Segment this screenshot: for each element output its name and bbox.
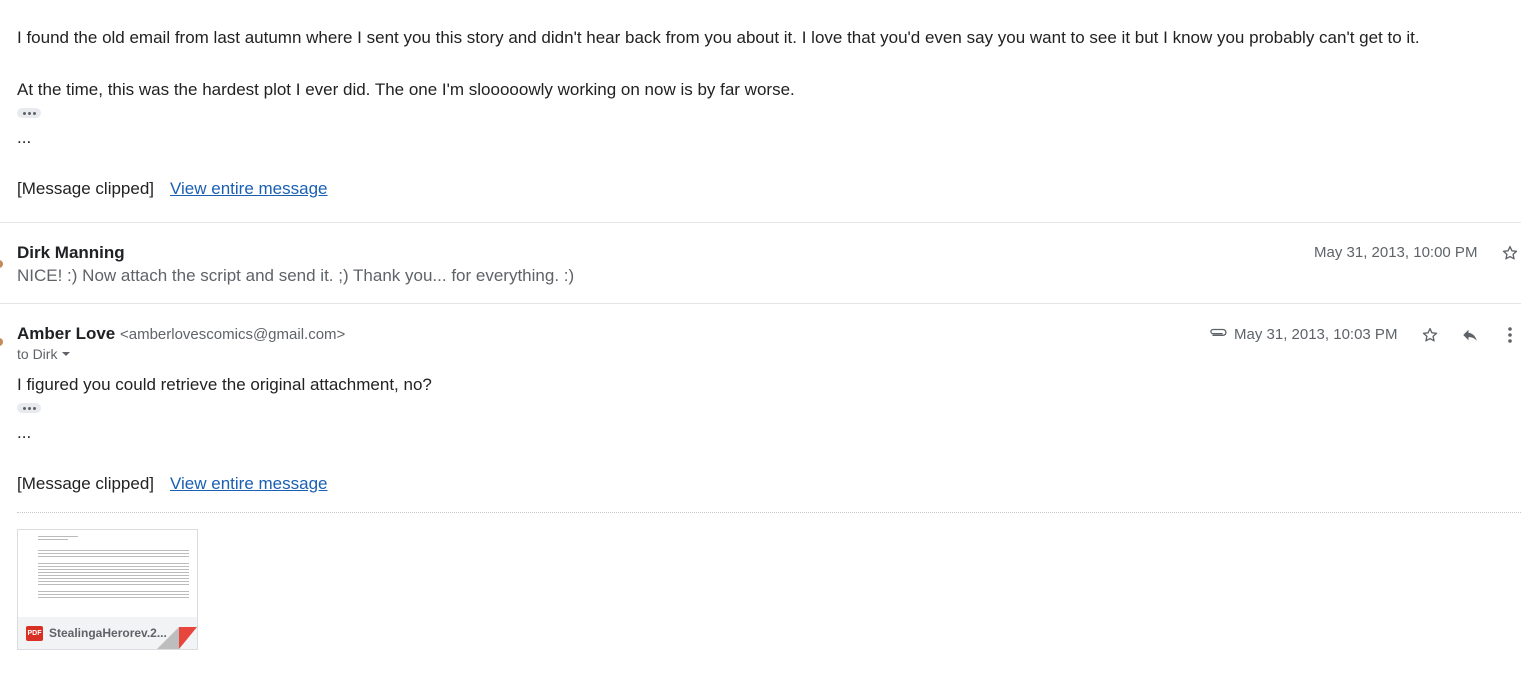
show-trimmed-content-button[interactable]	[17, 403, 41, 413]
recipients-label: to Dirk	[17, 346, 58, 362]
sender-email: <amberlovescomics@gmail.com>	[119, 326, 346, 343]
attachment-filename: StealingaHerorev.2...	[49, 626, 167, 640]
paperclip-icon	[1207, 323, 1229, 341]
trimmed-ellipsis: ...	[17, 423, 32, 442]
message-body: I figured you could retrieve the origina…	[17, 375, 432, 394]
avatar[interactable]	[0, 260, 3, 268]
message-date: May 31, 2013, 10:03 PM	[1234, 326, 1398, 343]
star-icon[interactable]	[1419, 324, 1441, 346]
more-vert-icon[interactable]	[1499, 324, 1521, 346]
view-entire-message-link[interactable]: View entire message	[170, 179, 328, 199]
show-trimmed-content-button[interactable]	[17, 108, 41, 118]
message-clipped-label: [Message clipped]	[17, 474, 155, 493]
message-date: May 31, 2013, 10:00 PM	[1314, 244, 1478, 261]
message-divider	[0, 222, 1521, 223]
reply-icon[interactable]	[1459, 324, 1481, 346]
message-paragraph-1: I found the old email from last autumn w…	[17, 28, 1420, 47]
attachment-card[interactable]: PDF StealingaHerorev.2...	[17, 529, 198, 650]
corner-fold-icon	[157, 627, 197, 649]
star-icon[interactable]	[1499, 242, 1521, 264]
avatar[interactable]	[0, 338, 3, 346]
sender-header: Amber Love <amberlovescomics@gmail.com>	[17, 324, 345, 344]
pdf-icon: PDF	[26, 625, 43, 641]
pdf-thumbnail	[18, 530, 197, 598]
trimmed-ellipsis: ...	[17, 128, 32, 147]
message-clipped-label: [Message clipped]	[17, 179, 155, 198]
sender-name[interactable]: Dirk Manning	[17, 243, 125, 263]
recipients-toggle[interactable]: to Dirk	[17, 346, 71, 362]
sender-name[interactable]: Amber Love	[17, 324, 115, 343]
message-divider	[0, 303, 1521, 304]
message-snippet[interactable]: NICE! :) Now attach the script and send …	[17, 266, 574, 286]
caret-down-icon	[61, 346, 71, 362]
view-entire-message-link[interactable]: View entire message	[170, 474, 328, 494]
attachments-divider	[17, 512, 1521, 513]
message-paragraph-2: At the time, this was the hardest plot I…	[17, 80, 795, 99]
